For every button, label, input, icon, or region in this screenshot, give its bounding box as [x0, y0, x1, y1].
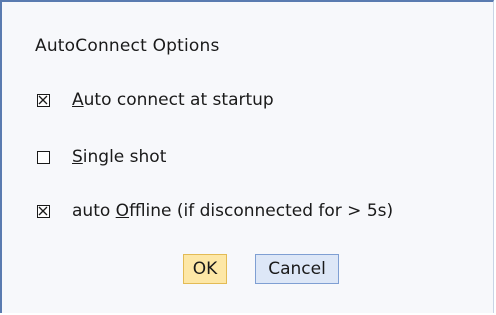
single-shot-checkbox[interactable]: Single shot	[37, 146, 166, 168]
checkbox-checked-icon	[37, 204, 50, 218]
auto-offline-checkbox[interactable]: auto Offline (if disconnected for > 5s)	[37, 200, 393, 222]
checkbox-unchecked-icon	[37, 150, 50, 164]
auto-connect-startup-label: Auto connect at startup	[72, 90, 274, 110]
single-shot-label: Single shot	[72, 147, 167, 167]
checkbox-checked-icon	[37, 93, 50, 107]
ok-button[interactable]: OK	[183, 254, 227, 284]
autoconnect-options-dialog: AutoConnect Options Auto connect at star…	[0, 0, 494, 313]
dialog-title: AutoConnect Options	[35, 36, 220, 56]
auto-offline-label: auto Offline (if disconnected for > 5s)	[72, 201, 394, 221]
cancel-button[interactable]: Cancel	[255, 254, 339, 284]
auto-connect-startup-checkbox[interactable]: Auto connect at startup	[37, 89, 274, 111]
